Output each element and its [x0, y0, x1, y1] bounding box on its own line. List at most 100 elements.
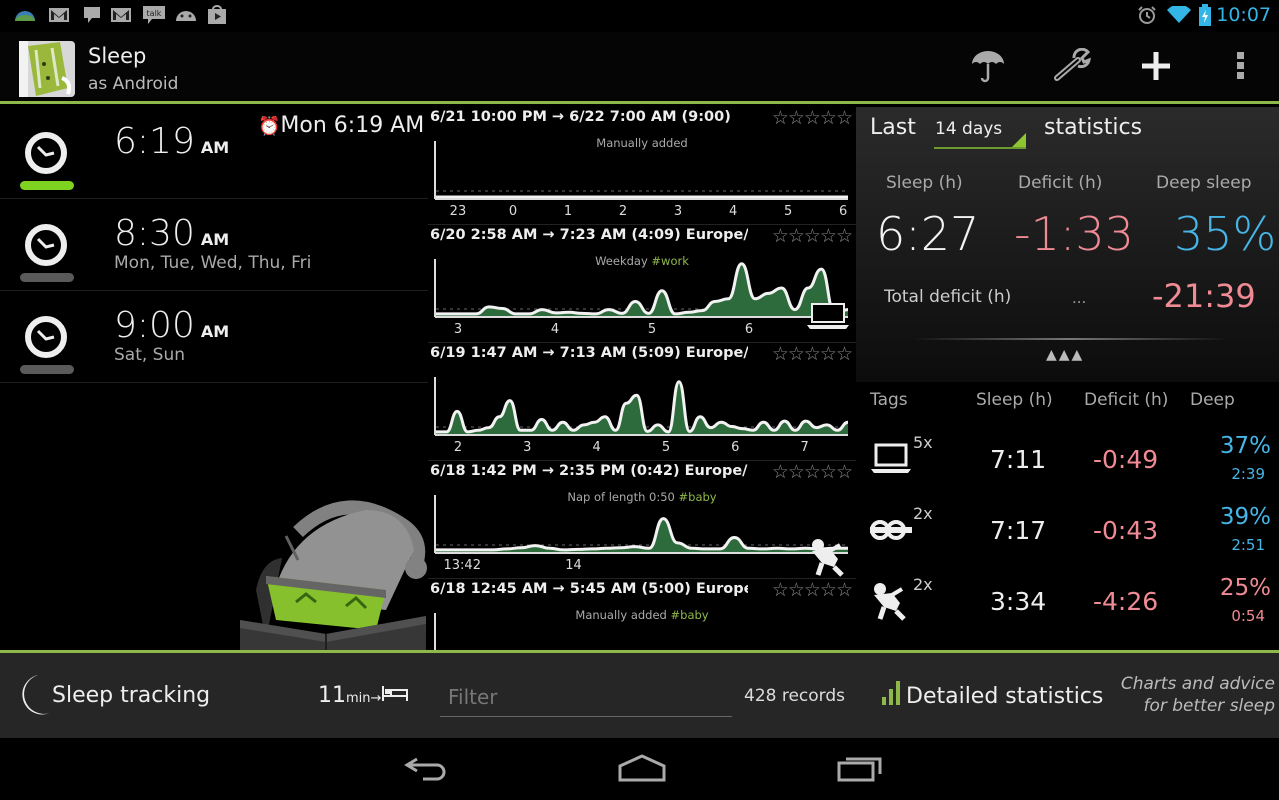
axis-tick-label: 5: [647, 322, 657, 337]
gmail-icon: [110, 6, 132, 24]
tags-deep-header: Deep: [1190, 390, 1235, 410]
sleep-record[interactable]: 6/19 1:47 AM → 7:13 AM (5:09) Europe/Sa……: [428, 343, 856, 461]
deep-sleep-value: 35%: [1174, 207, 1277, 261]
alarm-toggle-indicator[interactable]: [20, 181, 74, 190]
tags-header: Tags: [870, 390, 908, 410]
tag-count: 2x: [913, 504, 933, 523]
record-tag[interactable]: #baby: [671, 608, 709, 622]
recent-apps-button[interactable]: [830, 754, 890, 786]
tag-sleep: 7:11: [990, 445, 1047, 474]
sleep-record[interactable]: 6/18 1:42 PM → 2:35 PM (0:42) Europe/Pr……: [428, 461, 856, 579]
last-label: Last: [870, 115, 916, 140]
record-note-text: Nap of length 0:50: [567, 490, 679, 504]
record-note-text: Manually added: [575, 608, 671, 622]
settings-button[interactable]: [1050, 47, 1094, 88]
rating-stars[interactable]: ☆☆☆☆☆: [772, 579, 853, 601]
clock-icon[interactable]: [22, 221, 70, 269]
sleep-tracking-button[interactable]: Sleep tracking: [52, 683, 210, 708]
record-tag[interactable]: #baby: [679, 490, 717, 504]
overflow-menu-button[interactable]: [1218, 48, 1262, 88]
add-button[interactable]: [1134, 48, 1178, 88]
overflow-menu-icon: [1235, 51, 1245, 85]
records-count: 428 records: [744, 686, 846, 706]
app-logo-icon[interactable]: [16, 38, 78, 100]
clock-time: 10:07: [1216, 4, 1271, 26]
sleep-records-list: 6/21 10:00 PM → 6/22 7:00 AM (9:00) ☆☆☆☆☆…: [428, 107, 856, 650]
dumbbell-icon: [870, 510, 912, 546]
alarm-item[interactable]: 9:00 AM Sat, Sun: [0, 291, 428, 383]
record-note: Manually added: [428, 136, 856, 150]
expand-arrows[interactable]: ▲▲▲: [1046, 347, 1084, 363]
record-tag[interactable]: #work: [651, 254, 688, 268]
alarm-ampm: AM: [200, 230, 230, 249]
axis-tick-label: 23: [449, 204, 467, 219]
total-deficit-label: Total deficit (h): [884, 287, 1012, 307]
alarm-time: 9:00: [114, 305, 195, 346]
axis-tick-label: 6: [744, 322, 754, 337]
alarm-toggle-indicator[interactable]: [20, 365, 74, 374]
record-note: Manually added #baby: [428, 608, 856, 622]
rating-stars[interactable]: ☆☆☆☆☆: [772, 225, 853, 247]
record-note-text: Manually added: [596, 136, 688, 150]
home-button[interactable]: [612, 754, 672, 786]
tag-deep-time: 2:51: [1231, 536, 1265, 554]
advice-line-2: for better sleep: [1143, 696, 1275, 716]
clock-icon[interactable]: [22, 313, 70, 361]
alarm-toggle-indicator[interactable]: [20, 273, 74, 282]
axis-tick-label: 4: [550, 322, 560, 337]
statistics-summary: Last 14 days statistics Sleep (h) Defici…: [856, 107, 1279, 382]
recent-apps-icon: [836, 754, 884, 786]
baby-icon: [870, 581, 912, 621]
filter-input[interactable]: [440, 677, 732, 717]
alarm-item[interactable]: 6:19 AM: [0, 107, 428, 199]
alarm-item[interactable]: 8:30 AM Mon, Tue, Wed, Thu, Fri: [0, 199, 428, 291]
battery-charging-icon: [1198, 4, 1212, 26]
axis-tick-label: 4: [592, 440, 601, 455]
tag-count: 5x: [913, 433, 933, 452]
tag-deep-percent: 39%: [1219, 504, 1271, 530]
axis-tick-label: 7: [800, 440, 809, 455]
bar-chart-icon: [880, 681, 902, 711]
detailed-statistics-button[interactable]: Detailed statistics: [880, 681, 1103, 711]
record-note: Weekday #work: [428, 254, 856, 268]
rating-stars[interactable]: ☆☆☆☆☆: [772, 461, 853, 483]
axis-tick-label: 0: [508, 204, 518, 219]
chat-icon: [82, 6, 102, 24]
sleep-record[interactable]: 6/21 10:00 PM → 6/22 7:00 AM (9:00) ☆☆☆☆☆…: [428, 107, 856, 225]
back-button[interactable]: [396, 754, 456, 786]
rating-stars[interactable]: ☆☆☆☆☆: [772, 343, 853, 365]
avg-deficit-value: -1:33: [1014, 207, 1134, 261]
period-dropdown[interactable]: 14 days: [934, 119, 1026, 149]
rating-stars[interactable]: ☆☆☆☆☆: [772, 107, 853, 129]
record-title: 6/19 1:47 AM → 7:13 AM (5:09) Europe/Sa…: [430, 345, 748, 361]
sleep-record[interactable]: 6/20 2:58 AM → 7:23 AM (4:09) Europe/Sa……: [428, 225, 856, 343]
tag-count: 2x: [913, 575, 933, 594]
eta-value: 11: [318, 683, 346, 708]
navigation-bar: [0, 738, 1279, 800]
tag-deficit: -0:43: [1093, 516, 1159, 545]
clock-icon[interactable]: [22, 129, 70, 177]
record-title: 6/18 12:45 AM → 5:45 AM (5:00) Europe/S…: [430, 581, 748, 597]
total-deficit-dots: ...: [1072, 289, 1087, 307]
laptop-icon: [806, 301, 850, 335]
advice-link[interactable]: Charts and advice for better sleep: [1121, 673, 1275, 717]
axis-tick-label: 3: [673, 204, 683, 219]
tag-row[interactable]: 2x 3:34 -4:26 25% 0:54: [856, 575, 1279, 645]
bottom-bar: Sleep tracking 11min→ 428 records Detail…: [0, 650, 1279, 738]
baby-icon: [808, 537, 848, 581]
sleep-record[interactable]: 6/18 12:45 AM → 5:45 AM (5:00) Europe/S……: [428, 579, 856, 650]
time-to-bed: 11min→: [318, 683, 409, 708]
tags-sleep-header: Sleep (h): [976, 390, 1053, 410]
status-bar: talk 10:07: [0, 0, 1279, 32]
graph-x-axis-labels: 23 0 1 2 3 4 5 6: [428, 204, 856, 222]
tag-row[interactable]: 5x 7:11 -0:49 37% 2:39: [856, 433, 1279, 503]
back-icon: [403, 755, 449, 785]
gmail-icon: [48, 6, 70, 24]
umbrella-button[interactable]: [966, 48, 1010, 88]
add-icon: [1140, 50, 1172, 86]
moon-icon[interactable]: [16, 673, 52, 717]
axis-tick-label: 14: [565, 558, 582, 573]
axis-tick-label: 3: [523, 440, 532, 455]
tag-row[interactable]: 2x 7:17 -0:43 39% 2:51: [856, 504, 1279, 574]
axis-tick-label: 5: [783, 204, 793, 219]
